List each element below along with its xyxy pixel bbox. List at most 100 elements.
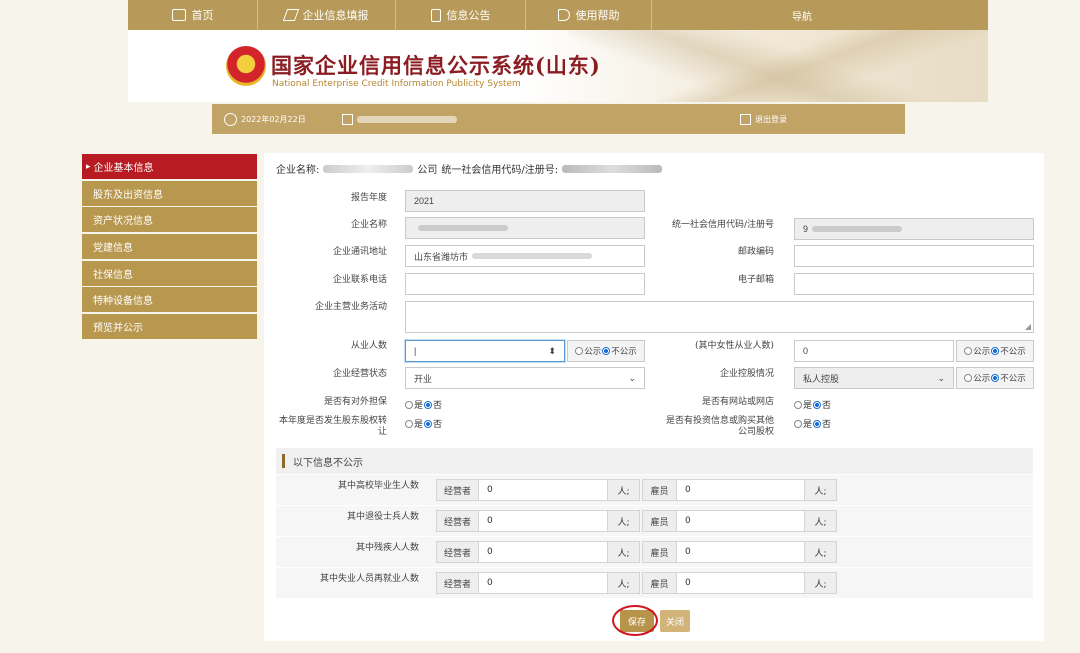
- document-icon: [430, 8, 441, 22]
- employee-count-input[interactable]: 0: [677, 480, 804, 500]
- main-panel: 企业名称: 公司 统一社会信用代码/注册号: 报告年度 2021 企业名称 统一…: [264, 153, 1044, 641]
- no-radio[interactable]: [813, 400, 822, 409]
- investment-label: 是否有投资信息或购买其他公司股权: [665, 416, 774, 437]
- operator-count-input[interactable]: 0: [479, 480, 607, 500]
- website-radio-group: 是 否: [794, 398, 831, 411]
- chevron-down-icon: ⌄: [937, 372, 945, 383]
- public-radio[interactable]: [964, 347, 973, 355]
- sidebar-item-preview-publish[interactable]: 预览并公示: [82, 314, 257, 340]
- employee-count-input[interactable]: 0: [677, 542, 804, 562]
- employee-count-input[interactable]: 0: [677, 573, 804, 593]
- sidebar-item-basic-info[interactable]: 企业基本信息: [82, 154, 257, 179]
- header-banner: 国家企业信用信息公示系统(山东) National Enterprise Cre…: [128, 30, 988, 102]
- sidebar-item-party[interactable]: 党建信息: [82, 234, 257, 260]
- employees-publicity-toggle: 公示 不公示: [567, 340, 645, 362]
- enterprise-name-value-redacted: [418, 225, 508, 231]
- employees-input[interactable]: | ⬍: [405, 340, 565, 362]
- address-field[interactable]: 山东省潍坊市: [405, 245, 645, 267]
- guarantee-label: 是否有对外担保: [323, 397, 387, 407]
- nonpublic-radio[interactable]: [991, 347, 1000, 355]
- mountain-background: [568, 30, 988, 102]
- company-icon: [342, 113, 353, 125]
- close-button[interactable]: 关闭: [660, 610, 690, 632]
- operating-status-select[interactable]: 开业 ⌄: [405, 367, 645, 389]
- address-value-redacted: [472, 253, 593, 259]
- report-year-label: 报告年度: [350, 193, 387, 203]
- postcode-field[interactable]: [794, 245, 1034, 267]
- highlight-circle: [612, 605, 658, 636]
- sidebar-item-assets[interactable]: 资产状况信息: [82, 207, 257, 233]
- sidebar-item-shareholders[interactable]: 股东及出资信息: [82, 180, 257, 206]
- employee-count-cell: 雇员 0 人;: [642, 510, 837, 532]
- site-title: 国家企业信用信息公示系统(山东): [271, 53, 601, 78]
- employees-label: 从业人数: [350, 341, 387, 351]
- nav-announcements[interactable]: 信息公告: [396, 0, 526, 30]
- status-bar: 2022年02月22日 退出登录: [212, 104, 905, 134]
- no-radio[interactable]: [813, 419, 822, 428]
- operating-status-label: 企业经营状态: [332, 369, 387, 379]
- female-employees-input[interactable]: 0: [794, 340, 954, 362]
- holding-select[interactable]: 私人控股 ⌄: [794, 367, 954, 389]
- resize-handle-icon[interactable]: ◢: [1025, 322, 1031, 331]
- public-radio[interactable]: [964, 374, 973, 382]
- postcode-label: 邮政编码: [737, 247, 774, 257]
- public-radio[interactable]: [575, 347, 584, 355]
- sidebar-item-special-equipment[interactable]: 特种设备信息: [82, 287, 257, 313]
- nonpublic-radio[interactable]: [991, 374, 1000, 382]
- website-label: 是否有网站或网店: [701, 397, 774, 407]
- yes-radio[interactable]: [794, 400, 802, 409]
- employee-count-cell: 雇员 0 人;: [642, 541, 837, 563]
- equity-transfer-label: 本年度是否发生股东股权转让: [278, 416, 387, 437]
- holding-publicity-toggle: 公示 不公示: [956, 367, 1034, 389]
- operator-count-input[interactable]: 0: [479, 511, 607, 531]
- uscc-redacted: [562, 164, 663, 173]
- employee-count-input[interactable]: 0: [677, 511, 804, 531]
- enterprise-name-redacted: [323, 164, 414, 173]
- logout-link[interactable]: 退出登录: [740, 113, 787, 125]
- uscc-field: 9: [794, 218, 1034, 240]
- operator-count-cell: 经营者 0 人;: [436, 572, 640, 594]
- nav-navigation[interactable]: 导航: [652, 0, 952, 30]
- female-publicity-toggle: 公示 不公示: [956, 340, 1034, 362]
- operator-count-input[interactable]: 0: [479, 573, 607, 593]
- holding-label: 企业控股情况: [719, 369, 774, 379]
- yes-radio[interactable]: [794, 419, 802, 428]
- national-emblem-icon: [226, 46, 266, 86]
- nonpublic-radio[interactable]: [602, 347, 611, 355]
- female-employees-label: (其中女性从业人数): [694, 341, 774, 351]
- address-label: 企业通讯地址: [332, 247, 387, 257]
- business-textarea[interactable]: ◢: [405, 301, 1034, 333]
- company-display: [342, 113, 457, 125]
- clock-icon: [224, 112, 237, 126]
- guarantee-radio-group: 是 否: [405, 398, 442, 411]
- table-row: 其中残疾人人数 经营者 0 人; 雇员 0 人;: [276, 537, 1033, 568]
- sidebar-item-social-security[interactable]: 社保信息: [82, 260, 257, 286]
- yes-radio[interactable]: [405, 400, 413, 409]
- date-display: 2022年02月22日: [224, 112, 306, 126]
- enterprise-name-label: 企业名称: [350, 220, 387, 230]
- yes-radio[interactable]: [405, 419, 413, 428]
- table-row: 其中高校毕业生人数 经营者 0 人; 雇员 0 人;: [276, 475, 1033, 506]
- spinner-icon[interactable]: ⬍: [548, 346, 556, 357]
- operator-count-cell: 经营者 0 人;: [436, 510, 640, 532]
- sidebar: 企业基本信息 股东及出资信息 资产状况信息 党建信息 社保信息 特种设备信息 预…: [82, 154, 257, 341]
- nav-enterprise-report[interactable]: 企业信息填报: [258, 0, 396, 30]
- operator-count-cell: 经营者 0 人;: [436, 541, 640, 563]
- uscc-field-label: 统一社会信用代码/注册号: [671, 220, 774, 230]
- site-subtitle: National Enterprise Credit Information P…: [272, 79, 521, 89]
- nav-help[interactable]: 使用帮助: [526, 0, 652, 30]
- investment-radio-group: 是 否: [794, 417, 831, 430]
- employee-count-cell: 雇员 0 人;: [642, 572, 837, 594]
- table-row: 其中失业人员再就业人数 经营者 0 人; 雇员 0 人;: [276, 568, 1033, 599]
- top-nav: 首页 企业信息填报 信息公告 使用帮助 导航: [128, 0, 988, 30]
- phone-field[interactable]: [405, 273, 645, 295]
- operator-count-input[interactable]: 0: [479, 542, 607, 562]
- email-field[interactable]: [794, 273, 1034, 295]
- chevron-down-icon: ⌄: [628, 372, 636, 383]
- no-radio[interactable]: [424, 400, 433, 409]
- no-radio[interactable]: [424, 419, 433, 428]
- operator-count-cell: 经营者 0 人;: [436, 479, 640, 501]
- report-year-field: 2021: [405, 190, 645, 212]
- logout-icon: [740, 113, 751, 125]
- nav-home[interactable]: 首页: [128, 0, 258, 30]
